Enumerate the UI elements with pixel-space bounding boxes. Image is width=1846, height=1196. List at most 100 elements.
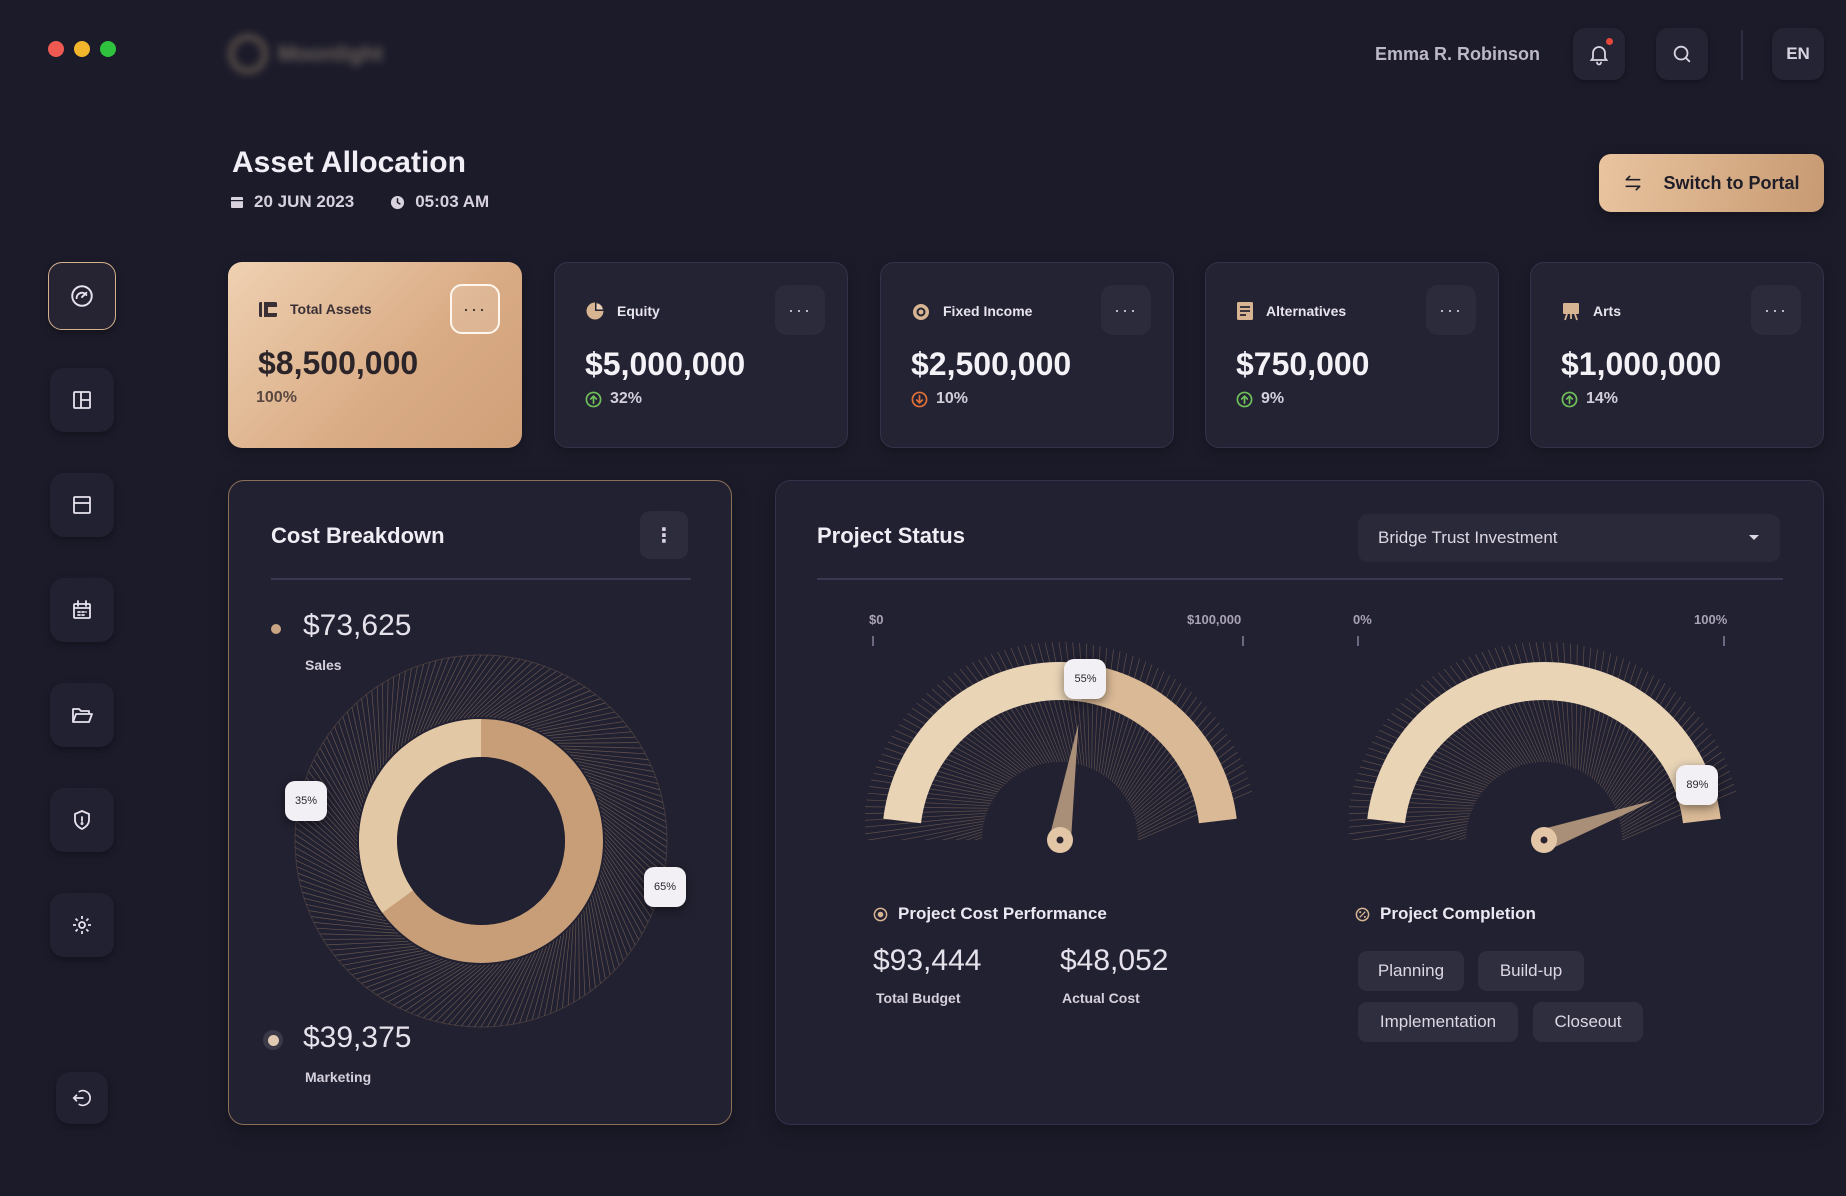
card-more-button[interactable]: ··· bbox=[775, 285, 825, 335]
calendar-icon bbox=[73, 600, 91, 619]
asset-card-fixed-income[interactable]: Fixed Income ··· $2,500,000 10% bbox=[880, 262, 1174, 448]
window-maximize-button[interactable] bbox=[100, 41, 116, 57]
donut-percent-left: 35% bbox=[285, 781, 327, 821]
asset-card-amount: $5,000,000 bbox=[585, 346, 746, 382]
gauge-ray bbox=[865, 815, 986, 828]
window-close-button[interactable] bbox=[48, 41, 64, 57]
donut-ray bbox=[376, 686, 382, 769]
donut-ray bbox=[404, 964, 473, 1012]
donut-ray bbox=[578, 764, 659, 785]
asset-card-amount: $750,000 bbox=[1236, 346, 1370, 382]
caret-down-icon bbox=[1749, 535, 1759, 540]
donut-ray bbox=[489, 670, 558, 718]
project-completion-title: Project Completion bbox=[1355, 904, 1536, 924]
sidebar-item-window[interactable] bbox=[50, 473, 114, 537]
sidebar-item-layout[interactable] bbox=[50, 368, 114, 432]
window-minimize-button[interactable] bbox=[74, 41, 90, 57]
switch-to-portal-button[interactable]: Switch to Portal bbox=[1599, 154, 1824, 212]
completion-gauge-max-label: 100% bbox=[1694, 612, 1728, 627]
card-more-button[interactable]: ··· bbox=[1426, 285, 1476, 335]
asset-card-total[interactable]: Total Assets ··· $8,500,000 100% bbox=[228, 262, 522, 448]
asset-card-percent: 10% bbox=[936, 390, 969, 407]
cost-gauge-badge: 55% bbox=[1064, 659, 1107, 699]
phase-chip-closeout[interactable]: Closeout bbox=[1533, 1002, 1643, 1042]
phase-chip-implementation[interactable]: Implementation bbox=[1358, 1002, 1518, 1042]
card-more-button[interactable]: ··· bbox=[1101, 285, 1151, 335]
gauge-ray bbox=[1521, 643, 1556, 763]
marketing-dot bbox=[263, 1030, 283, 1050]
gauge-ray bbox=[1349, 820, 1469, 841]
donut-ray bbox=[330, 943, 412, 951]
asset-card-arts[interactable]: Arts ··· $1,000,000 14% bbox=[1530, 262, 1824, 448]
completion-gauge-min-label: 0% bbox=[1353, 612, 1372, 627]
donut-ray bbox=[575, 760, 656, 778]
sidebar-item-settings[interactable] bbox=[50, 893, 114, 957]
target-icon bbox=[873, 907, 888, 921]
donut-ray bbox=[570, 754, 652, 766]
gauge-ray bbox=[1556, 642, 1569, 766]
search-button[interactable] bbox=[1656, 28, 1708, 80]
gauge-ray bbox=[1575, 644, 1578, 769]
gauge-ray bbox=[1350, 799, 1474, 807]
asset-card-label: Equity bbox=[617, 303, 660, 319]
marketing-label: Marketing bbox=[305, 1069, 372, 1085]
completion-gauge bbox=[1349, 641, 1739, 860]
cost-breakdown-title: Cost Breakdown bbox=[271, 523, 445, 548]
project-select[interactable]: Bridge Trust Investment bbox=[1358, 514, 1780, 562]
card-more-button[interactable]: ··· bbox=[450, 284, 500, 334]
logout-button[interactable] bbox=[56, 1072, 108, 1124]
gauge-needle-pin bbox=[1540, 836, 1548, 844]
donut-ray bbox=[399, 964, 469, 1009]
donut-ray bbox=[512, 948, 544, 1025]
marketing-value: $39,375 bbox=[303, 1021, 412, 1054]
donut-ray bbox=[498, 676, 569, 719]
donut-ray bbox=[588, 778, 665, 810]
sidebar-item-dashboard[interactable] bbox=[48, 262, 116, 330]
gauge-ray bbox=[865, 818, 986, 835]
donut-ray bbox=[382, 683, 384, 765]
donut-ray bbox=[351, 707, 370, 787]
asset-card-equity[interactable]: Equity ··· $5,000,000 32% bbox=[554, 262, 848, 448]
donut-ray bbox=[567, 923, 574, 1006]
donut-ray bbox=[297, 872, 374, 904]
card-more-button[interactable]: ··· bbox=[1751, 285, 1801, 335]
asset-card-label: Fixed Income bbox=[943, 303, 1033, 319]
donut-ray bbox=[400, 666, 418, 747]
cost-gauge bbox=[865, 641, 1255, 860]
user-name[interactable]: Emma R. Robinson bbox=[1375, 44, 1540, 65]
sidebar-item-files[interactable] bbox=[50, 683, 114, 747]
asset-card-alternatives[interactable]: Alternatives ··· $750,000 9% bbox=[1205, 262, 1499, 448]
project-status-title: Project Status bbox=[817, 523, 965, 548]
donut-ray bbox=[544, 935, 562, 1016]
donut-ray bbox=[550, 731, 632, 739]
donut-ray bbox=[604, 853, 649, 923]
phase-chip-planning[interactable]: Planning bbox=[1358, 951, 1464, 991]
donut-ray bbox=[583, 910, 591, 992]
page-title: Asset Allocation bbox=[232, 146, 466, 179]
donut-ray bbox=[592, 895, 611, 975]
donut-ray bbox=[404, 663, 425, 744]
bell-icon bbox=[1589, 46, 1609, 66]
gauge-ray bbox=[1549, 642, 1566, 766]
donut-ray bbox=[388, 676, 395, 759]
language-button[interactable]: EN bbox=[1772, 28, 1824, 80]
percent-icon bbox=[1355, 907, 1370, 921]
notifications-button[interactable] bbox=[1573, 28, 1625, 80]
document-icon bbox=[1237, 302, 1253, 320]
phase-chip-build-up[interactable]: Build-up bbox=[1478, 951, 1584, 991]
asset-card-label: Alternatives bbox=[1266, 303, 1347, 319]
gauge-ray bbox=[1349, 806, 1473, 809]
gauge-ray bbox=[1535, 642, 1561, 764]
cost-breakdown-menu-button[interactable]: ⋮ bbox=[640, 511, 688, 559]
sidebar-item-calendar[interactable] bbox=[50, 578, 114, 642]
donut-ray bbox=[316, 927, 399, 934]
gauge-ray bbox=[865, 806, 989, 809]
gauge-ray bbox=[1542, 641, 1564, 765]
donut-ray bbox=[430, 655, 469, 728]
sidebar-item-security[interactable] bbox=[50, 788, 114, 852]
project-select-value: Bridge Trust Investment bbox=[1378, 528, 1558, 547]
calendar-icon bbox=[231, 197, 243, 208]
donut-ray bbox=[493, 954, 532, 1027]
folder-icon bbox=[72, 708, 93, 723]
asset-card-percent: 9% bbox=[1261, 390, 1285, 407]
